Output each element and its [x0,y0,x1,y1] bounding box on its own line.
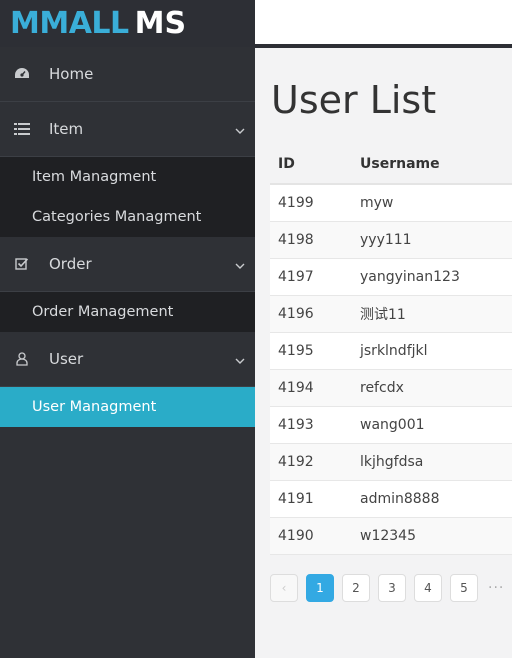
sidebar-item-categories-management[interactable]: Categories Managment [0,197,255,237]
dashboard-icon [12,67,32,81]
cell-username: yyy111 [360,232,412,248]
page-title: User List [271,78,437,122]
page-button-2[interactable]: 2 [342,574,370,602]
cell-id: 4198 [278,232,314,248]
table-row[interactable]: 4197 yangyinan123 [270,259,512,296]
page-button-4[interactable]: 4 [414,574,442,602]
table-row[interactable]: 4196 测试11 [270,296,512,333]
sidebar-item-label: Order [49,255,92,273]
page-button-1[interactable]: 1 [306,574,334,602]
sidebar-item-home[interactable]: Home [0,47,255,102]
cell-id: 4195 [278,343,314,359]
column-header-id: ID [278,156,295,172]
brand-logo[interactable]: MMALL MS [0,0,255,47]
brand-main-text: MMALL [10,6,129,41]
table-row[interactable]: 4193 wang001 [270,407,512,444]
cell-username: lkjhgfdsa [360,454,424,470]
cell-username: refcdx [360,380,404,396]
more-pages-ellipsis[interactable]: ··· [488,580,504,596]
cell-username: yangyinan123 [360,269,460,285]
cell-username: w12345 [360,528,416,544]
sidebar-item-label: Item [49,120,84,138]
table-row[interactable]: 4195 jsrklndfjkl [270,333,512,370]
table-row[interactable]: 4194 refcdx [270,370,512,407]
cell-id: 4194 [278,380,314,396]
sidebar-item-item-management[interactable]: Item Managment [0,157,255,197]
sidebar-submenu-order: Order Management [0,292,255,332]
cell-id: 4199 [278,195,314,211]
table-row[interactable]: 4199 myw [270,185,512,222]
check-square-icon [12,257,32,271]
sidebar: MMALL MS Home Item Item Managment Catego… [0,0,255,658]
user-icon [12,352,32,366]
table-body: 4199 myw 4198 yyy111 4197 yangyinan123 4196 测试1… [270,185,512,555]
cell-id: 4197 [278,269,314,285]
sidebar-item-user[interactable]: User [0,332,255,387]
table-row[interactable]: 4191 admin8888 [270,481,512,518]
cell-id: 4192 [278,454,314,470]
sidebar-submenu-user: User Managment [0,387,255,427]
sidebar-item-order-management[interactable]: Order Management [0,292,255,332]
user-table: ID Username 4199 myw 4198 yyy111 4197 yangyin… [270,145,512,555]
prev-page-button[interactable]: ‹ [270,574,298,602]
cell-id: 4193 [278,417,314,433]
list-icon [12,123,32,135]
cell-username: wang001 [360,417,425,433]
cell-username: admin8888 [360,491,440,507]
cell-id: 4191 [278,491,314,507]
brand-sub-text: MS [134,6,187,41]
page-button-3[interactable]: 3 [378,574,406,602]
cell-id: 4196 [278,306,314,322]
table-header: ID Username [270,145,512,185]
sidebar-item-item[interactable]: Item [0,102,255,157]
column-header-username: Username [360,156,440,172]
sidebar-item-user-management[interactable]: User Managment [0,387,255,427]
chevron-down-icon [235,255,245,273]
sidebar-item-order[interactable]: Order [0,237,255,292]
sidebar-item-label: User [49,350,84,368]
cell-username: myw [360,195,394,211]
cell-username: jsrklndfjkl [360,343,428,359]
sidebar-item-label: Home [49,65,94,83]
chevron-down-icon [235,350,245,368]
main-content: User List ID Username 4199 myw 4198 yyy111 4… [255,52,512,658]
top-bar [255,0,512,48]
page-button-5[interactable]: 5 [450,574,478,602]
table-row[interactable]: 4192 lkjhgfdsa [270,444,512,481]
sidebar-submenu-item: Item Managment Categories Managment [0,157,255,237]
table-row[interactable]: 4190 w12345 [270,518,512,555]
pagination: ‹ 1 2 3 4 5 ··· [270,574,504,602]
table-row[interactable]: 4198 yyy111 [270,222,512,259]
cell-username: 测试11 [360,307,406,323]
cell-id: 4190 [278,528,314,544]
chevron-down-icon [235,120,245,138]
